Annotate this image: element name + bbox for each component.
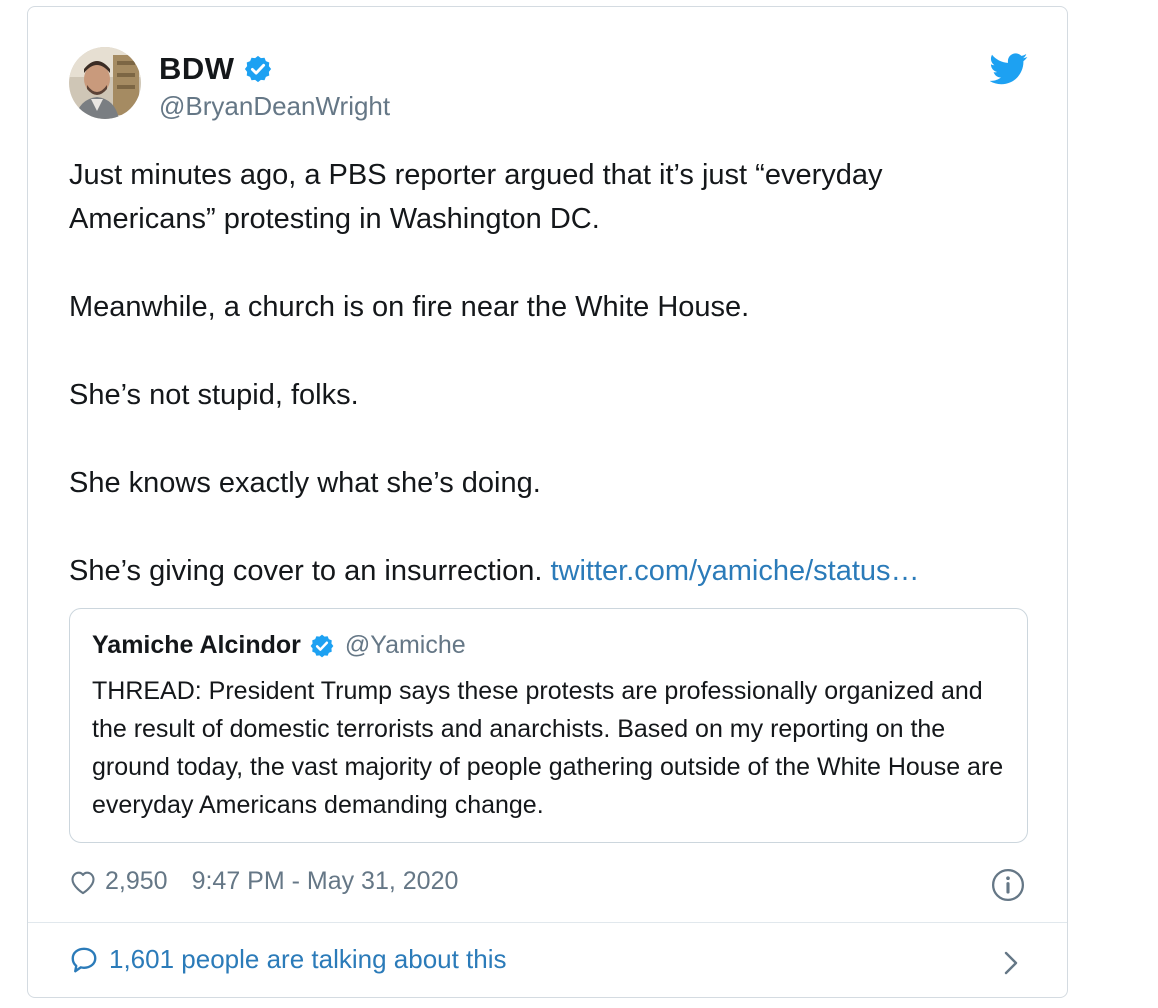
quoted-tweet[interactable]: Yamiche Alcindor @Yamiche THREAD: Presid… <box>69 608 1028 843</box>
quoted-text: THREAD: President Trump says these prote… <box>92 677 1004 819</box>
tweet-card: BDW @BryanDeanWright Just minutes ago, a… <box>27 6 1068 998</box>
author-name[interactable]: BDW <box>159 51 235 87</box>
author-handle[interactable]: @BryanDeanWright <box>159 91 390 122</box>
like-count[interactable]: 2,950 <box>105 867 168 896</box>
verified-badge-icon <box>310 634 334 657</box>
chevron-right-icon[interactable] <box>1003 950 1019 976</box>
quoted-header: Yamiche Alcindor @Yamiche <box>92 631 466 660</box>
author-name-row[interactable]: BDW <box>159 51 273 87</box>
tweet-link[interactable]: twitter.com/yamiche/status… <box>550 555 919 587</box>
speech-bubble-icon <box>71 947 97 972</box>
tweet-paragraph-text: She’s giving cover to an insurrection. <box>69 555 543 587</box>
tweet-meta: 2,950 9:47 PM - May 31, 2020 <box>69 867 458 896</box>
heart-icon[interactable] <box>69 869 97 895</box>
conversation-link[interactable]: 1,601 people are talking about this <box>69 944 507 975</box>
tweet-paragraph: She’s not stupid, folks. <box>69 379 359 411</box>
conversation-text[interactable]: 1,601 people are talking about this <box>109 944 507 975</box>
tweet-text: Just minutes ago, a PBS reporter argued … <box>69 153 1029 593</box>
tweet-paragraph-last: She’s giving cover to an insurrection. t… <box>69 549 1029 593</box>
quoted-author-name: Yamiche Alcindor <box>92 631 301 659</box>
verified-badge-icon <box>244 55 271 83</box>
avatar[interactable] <box>69 47 141 119</box>
info-icon[interactable] <box>991 868 1025 902</box>
twitter-bird-icon[interactable] <box>990 53 1028 85</box>
quoted-author-handle: @Yamiche <box>344 631 466 659</box>
tweet-paragraph: Just minutes ago, a PBS reporter argued … <box>69 159 883 235</box>
tweet-paragraph: She knows exactly what she’s doing. <box>69 467 541 499</box>
timestamp[interactable]: 9:47 PM - May 31, 2020 <box>192 867 459 896</box>
tweet-paragraph: Meanwhile, a church is on fire near the … <box>69 291 750 323</box>
divider <box>28 922 1067 923</box>
